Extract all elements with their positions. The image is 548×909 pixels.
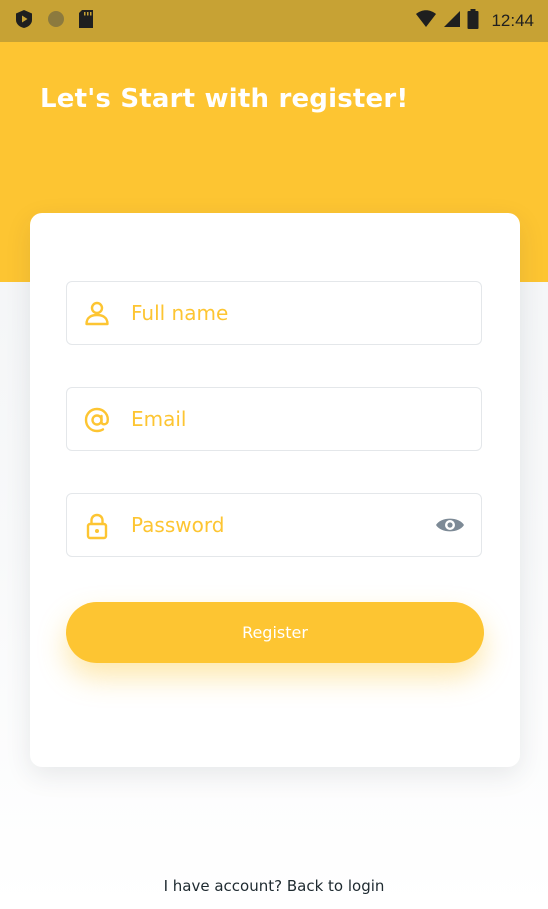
full-name-field[interactable] <box>66 281 482 345</box>
battery-icon <box>467 9 479 33</box>
password-field[interactable] <box>66 493 482 557</box>
user-icon <box>83 300 111 328</box>
status-right: 12:44 <box>415 9 534 33</box>
status-left <box>14 10 94 32</box>
wifi-icon <box>415 10 437 32</box>
play-shield-icon <box>14 9 34 33</box>
eye-icon[interactable] <box>435 513 465 537</box>
back-to-login-link[interactable]: I have account? Back to login <box>0 877 548 895</box>
circle-icon <box>46 9 66 33</box>
register-card: Register <box>30 213 520 767</box>
status-time: 12:44 <box>491 11 534 30</box>
sd-card-icon <box>78 9 94 33</box>
full-name-input[interactable] <box>131 282 431 344</box>
signal-icon <box>443 10 461 32</box>
page-title: Let's Start with register! <box>40 84 409 114</box>
lock-icon <box>83 512 111 540</box>
password-input[interactable] <box>131 494 431 556</box>
status-bar: 12:44 <box>0 0 548 42</box>
email-field[interactable] <box>66 387 482 451</box>
at-sign-icon <box>83 406 111 434</box>
email-input[interactable] <box>131 388 431 450</box>
register-button[interactable]: Register <box>66 602 484 663</box>
